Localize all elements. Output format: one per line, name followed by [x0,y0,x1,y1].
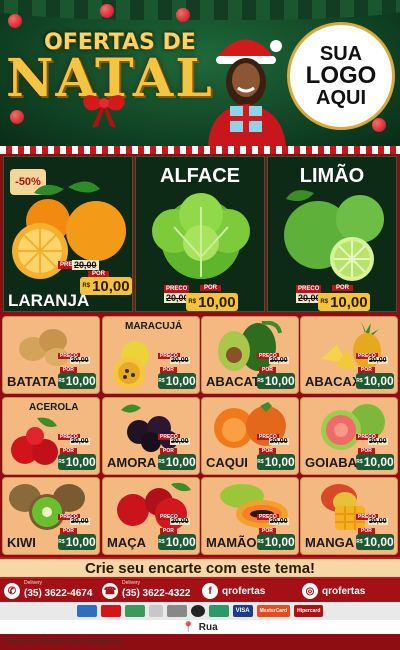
price-tag: PRECO 20,00 POR R$ 10,00 [58,514,96,550]
ornament-icon [372,118,386,132]
product-name: MAÇA [107,535,146,550]
featured-card-limao: LIMÃO PRECO 20,00 POR R$ 10,00 [267,156,397,312]
logo-placeholder[interactable]: SUA LOGO AQUI [287,22,395,130]
price-tag: PRECO 20,00 POR R$ 10,00 [257,434,295,470]
featured-card-alface: ALFACE PRECO 20,00 POR R$ 10,00 [135,156,265,312]
sale-label: POR [332,285,354,291]
delivery-contact-2[interactable]: ☎ Delivery (35) 3622-4322 [102,580,191,600]
price-tag: PRECO 20,00 POR R$ 10,00 [58,353,96,389]
price-tag: PRECO 20,00 POR R$ 10,00 [356,514,394,550]
payment-methods: VISA MasterCard Hipercard [0,602,400,620]
sale-label: POR [200,285,222,291]
ornament-icon [176,8,190,22]
card-icon [100,605,121,617]
product-card-batata: BATATA PRECO 20,00 POR R$ 10,00 [2,316,100,394]
passion-fruit-image [113,341,149,389]
product-card-mamao: MAMÃO PRECO 20,00 POR R$ 10,00 [201,477,299,555]
lettuce-image [152,193,250,279]
contact-bar: ✆ Delivery (35) 3622-4674 ☎ Delivery (35… [0,580,400,602]
facebook-icon: f [202,583,218,599]
delivery-contact-1[interactable]: ✆ Delivery (35) 3622-4674 [4,580,93,600]
product-name: LIMÃO [299,165,365,187]
price-tag: PRECO 20,00 POR R$ 10,00 [164,285,238,311]
ornament-icon [100,4,114,18]
card-icon [208,605,229,617]
phone-icon: ☎ [102,583,118,599]
price-label: PRECO [296,285,322,293]
disclaimer: *Imagens Meramente Ilustrativas [4,637,121,646]
product-name: ACEROLA [29,402,79,413]
hipercard-logo: Hipercard [294,605,324,617]
pine-garland [0,0,400,20]
cta-banner[interactable]: Crie seu encarte com este tema! [0,557,400,579]
price-tag: PRECO 20,00 POR R$ 10,00 [158,514,196,550]
price-label: PRECO [164,285,190,293]
flyer: OFERTAS DE NATAL SUA LOGO AQUI -50% LARA… [0,0,400,650]
visa-logo: VISA [232,605,253,617]
product-card-maca: MAÇA PRECO 20,00 POR R$ 10,00 [102,477,200,555]
candy-stripe-divider [0,146,400,154]
product-name: MANGA [305,535,355,550]
price-tag: PRECO 20,00 POR R$ 10,00 [356,434,394,470]
card-icon [76,605,97,617]
instagram-handle: qrofertas [322,585,366,597]
new-price: R$ 10,00 [318,293,370,311]
phone-number: (35) 3622-4322 [122,587,191,599]
product-name: MAMÃO [206,535,257,550]
product-name: CAQUI [206,455,248,470]
price-tag: PRECO 20,00 POR R$ 10,00 [158,353,196,389]
product-card-acerola: ACEROLA PRECO 20,00 POR R$ 10,00 [2,397,100,475]
product-name: GOIABA [305,455,357,470]
logo-text-line2: LOGO [305,62,377,89]
price-tag: PRECO 20,00 POR R$ 10,00 [257,353,295,389]
lime-image [284,190,384,281]
ornament-icon [8,14,22,28]
header: OFERTAS DE NATAL SUA LOGO AQUI [0,0,400,146]
product-card-manga: MANGA PRECO 20,00 POR R$ 10,00 [300,477,398,555]
old-price: 20,00 [72,260,99,270]
product-name: KIWI [7,535,36,550]
product-card-caqui: CAQUI PRECO 20,00 POR R$ 10,00 [201,397,299,475]
product-card-abacaxi: ABACAXI PRECO 20,00 POR R$ 10,00 [300,316,398,394]
card-icon [190,605,205,617]
santa-woman-image [200,32,292,146]
location-pin-icon: 📍 [182,621,195,633]
featured-card-laranja: -50% LARANJA PRECO 20,00 POR R$ 10,00 [3,156,133,312]
facebook-contact[interactable]: f qrofertas [202,582,265,600]
product-name: MARACUJÁ [125,321,183,332]
product-card-amora: AMORA PRECO 20,00 POR R$ 10,00 [102,397,200,475]
instagram-contact[interactable]: ◎ qrofertas [302,582,365,600]
product-name: AMORA [107,455,157,470]
card-icon [166,605,187,617]
address[interactable]: 📍 Rua [0,620,400,634]
instagram-icon: ◎ [302,583,318,599]
product-name: ALFACE [160,165,240,187]
new-price: R$ 10,00 [186,293,238,311]
product-card-goiaba: GOIABA PRECO 20,00 POR R$ 10,00 [300,397,398,475]
delivery-label: Delivery [24,580,43,586]
red-bow-icon [78,88,130,128]
price-tag: PRECO 20,00 POR R$ 10,00 [356,353,394,389]
address-text: Rua [198,621,218,633]
card-icon [148,605,163,617]
card-icon [124,605,145,617]
product-card-kiwi: KIWI PRECO 20,00 POR R$ 10,00 [2,477,100,555]
facebook-handle: qrofertas [222,585,266,597]
product-card-maracuja: MARACUJÁ PRECO 20,00 POR R$ 10,00 [102,316,200,394]
price-tag: PRECO 20,00 POR R$ 10,00 [257,514,295,550]
price-tag: PRECO 20,00 POR R$ 10,00 [58,260,132,295]
phone-number: (35) 3622-4674 [24,587,93,599]
price-tag: PRECO 20,00 POR R$ 10,00 [296,285,370,311]
acerola-image [11,417,58,465]
new-price: R$ 10,00 [80,277,132,295]
product-name: BATATA [7,374,57,389]
delivery-label: Delivery [122,580,141,586]
logo-text-line3: AQUI [316,87,366,109]
whatsapp-icon: ✆ [4,583,20,599]
ornament-icon [10,110,24,124]
product-card-abacate: ABACATE PRECO 20,00 POR R$ 10,00 [201,316,299,394]
mastercard-logo: MasterCard [256,605,291,617]
price-tag: PRECO 20,00 POR R$ 10,00 [58,434,96,470]
price-tag: PRECO 20,00 POR R$ 10,00 [158,434,196,470]
